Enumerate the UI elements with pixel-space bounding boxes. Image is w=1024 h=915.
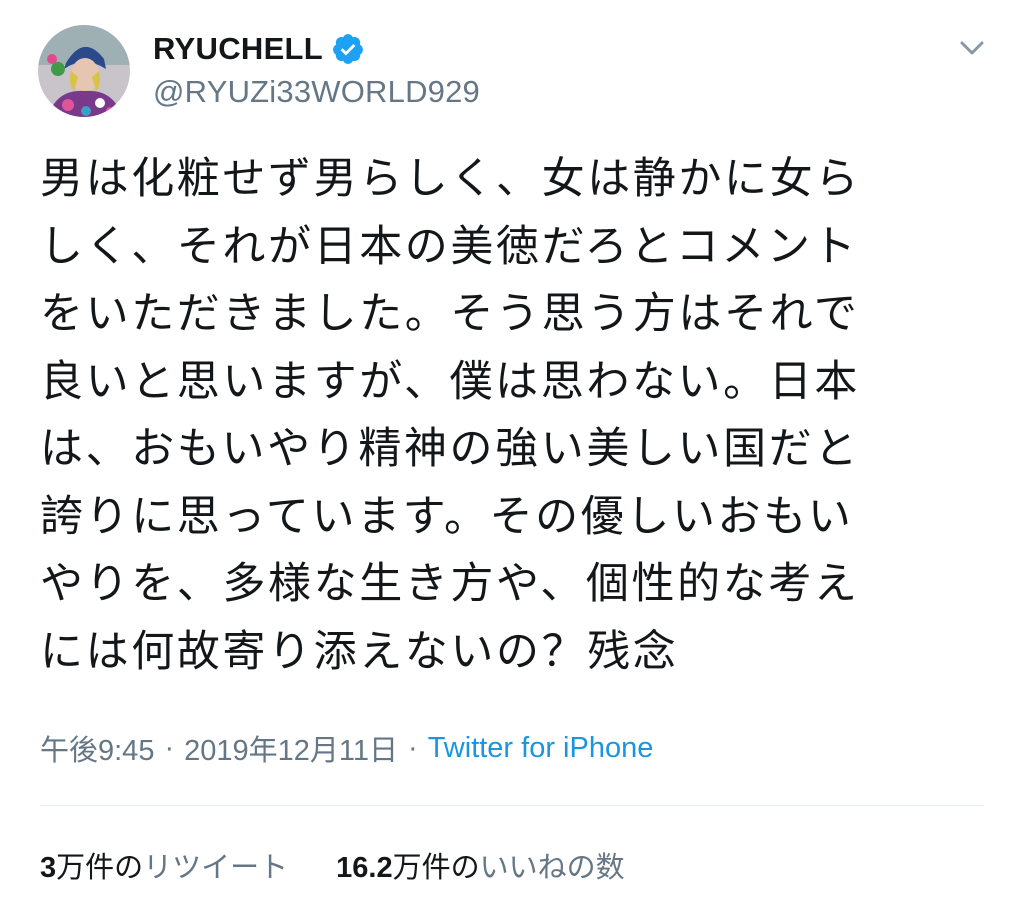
retweet-count: 3 xyxy=(40,852,57,884)
tweet-meta: 午後9:45 · 2019年12月11日 · Twitter for iPhon… xyxy=(40,726,653,770)
tweet-time[interactable]: 午後9:45 xyxy=(40,727,154,769)
tweet-text-line: をいただきました。そう思う方はそれで xyxy=(40,289,860,339)
display-name[interactable]: RYUCHELL xyxy=(153,31,323,67)
meta-separator: · xyxy=(408,731,418,764)
tweet-text-line: やりを、多様な生き方や、個性的な考え xyxy=(40,559,860,609)
retweet-label: リツイート xyxy=(143,850,289,884)
avatar[interactable] xyxy=(38,25,130,117)
tweet-source-link[interactable]: Twitter for iPhone xyxy=(428,732,654,765)
verified-badge-icon xyxy=(331,32,365,66)
tweet-text-line: 良いと思いますが、僕は思わない。日本 xyxy=(40,356,860,407)
tweet-text-line: には何故寄り添えないの？残念 xyxy=(40,626,679,677)
like-count-stat[interactable]: 16.2 万件の いいねの数 xyxy=(336,844,624,886)
user-handle[interactable]: @RYUZi33WORLD929 xyxy=(153,74,480,110)
tweet-text-line: しく、それが日本の美徳だろとコメント xyxy=(40,221,859,272)
tweet-text-line: は、おもいやり精神の強い美しい国だと xyxy=(40,424,860,474)
chevron-down-icon[interactable] xyxy=(952,28,992,68)
tweet-text-line: 誇りに思っています。その優しいおもい xyxy=(40,491,854,542)
like-count: 16.2 xyxy=(336,852,393,884)
like-count-unit: 万件の xyxy=(392,850,480,884)
tweet-date[interactable]: 2019年12月11日 xyxy=(184,727,398,769)
author-name-row[interactable]: RYUCHELL xyxy=(153,24,365,74)
tweet-text: 男は化粧せず男らしく、女は静かに女ら しく、それが日本の美徳だろとコメント をい… xyxy=(40,146,984,686)
retweet-count-stat[interactable]: 3 万件の リツイート xyxy=(40,844,288,886)
tweet-card: RYUCHELL @RYUZi33WORLD929 男は化粧せず男らしく、女は静… xyxy=(0,0,1024,915)
divider xyxy=(40,805,984,806)
tweet-text-line: 男は化粧せず男らしく、女は静かに女ら xyxy=(40,154,861,204)
tweet-stats: 3 万件の リツイート 16.2 万件の いいねの数 xyxy=(40,840,625,890)
like-label: いいねの数 xyxy=(479,850,625,884)
retweet-count-unit: 万件の xyxy=(56,850,144,884)
meta-separator: · xyxy=(164,731,175,764)
profile-photo xyxy=(38,25,130,117)
